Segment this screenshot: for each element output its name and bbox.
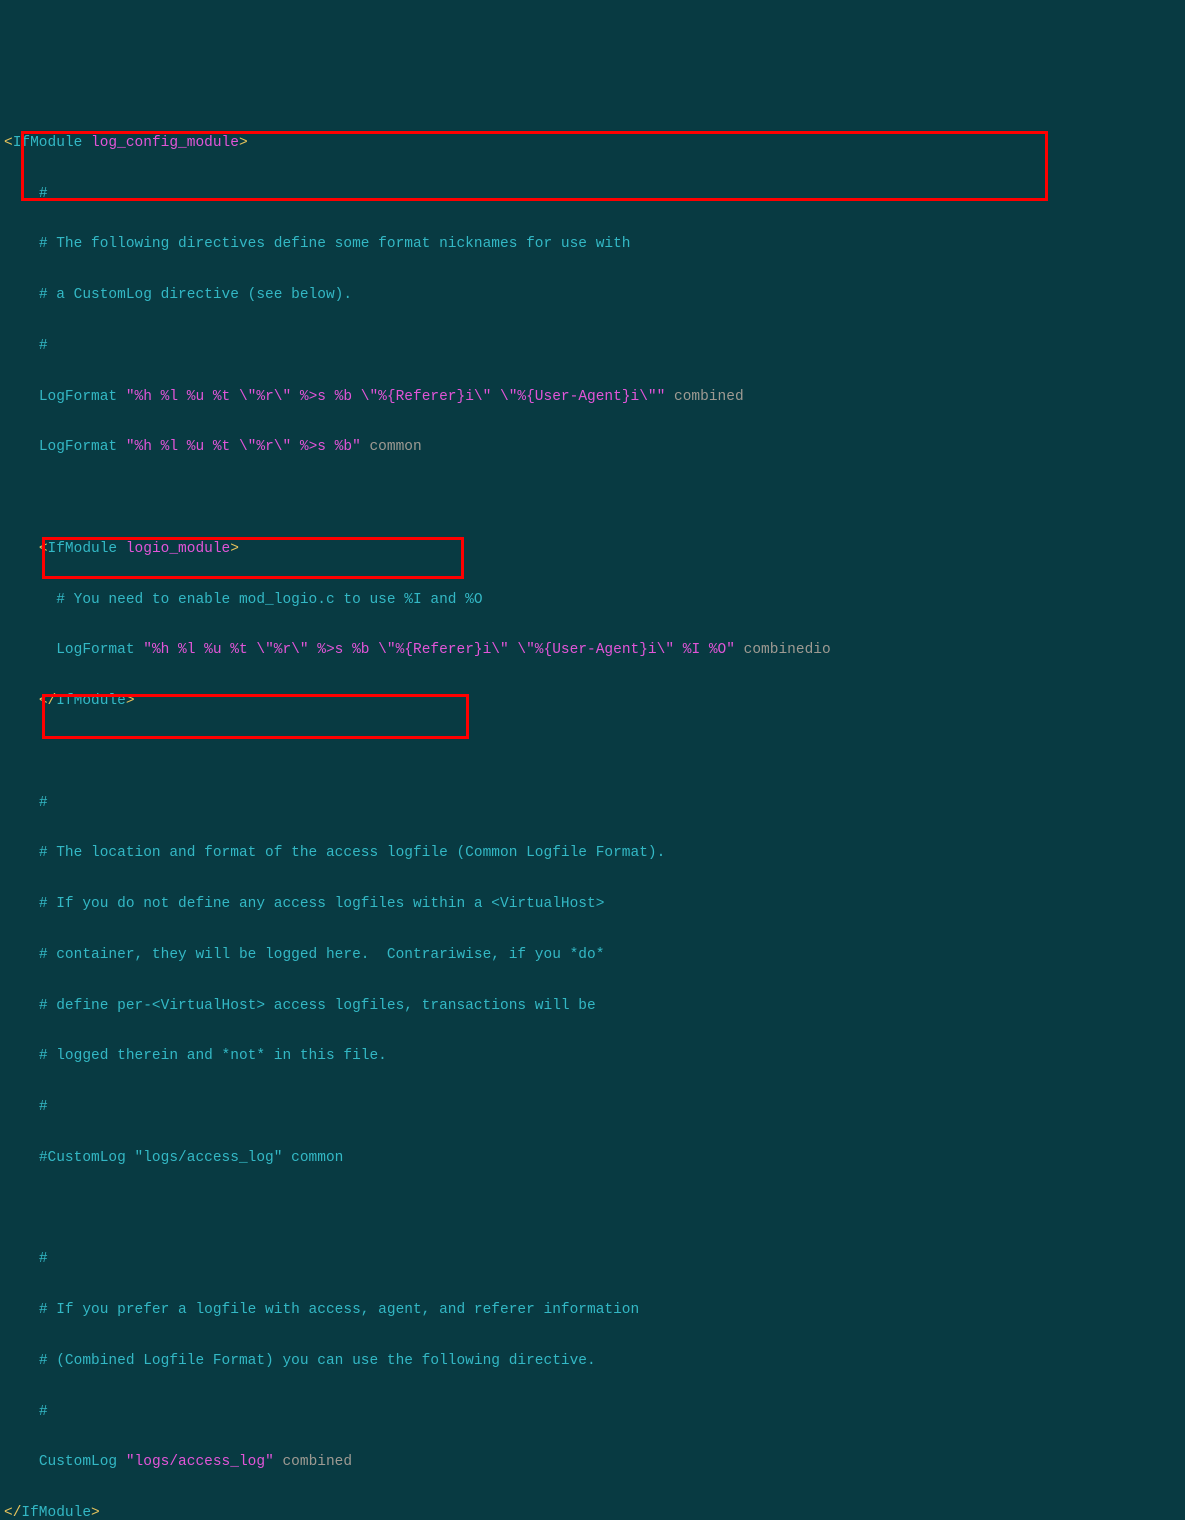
comment-line: # The following directives define some f… — [4, 232, 1181, 257]
comment-line: # The location and format of the access … — [4, 841, 1181, 866]
comment-line: # You need to enable mod_logio.c to use … — [4, 588, 1181, 613]
comment-line: # define per-<VirtualHost> access logfil… — [4, 994, 1181, 1019]
customlog-combined: CustomLog "logs/access_log" combined — [4, 1450, 1181, 1475]
highlight-box — [21, 131, 1048, 201]
comment-line: # — [4, 1095, 1181, 1120]
comment-line: # container, they will be logged here. C… — [4, 943, 1181, 968]
logformat-common: LogFormat "%h %l %u %t \"%r\" %>s %b" co… — [4, 435, 1181, 460]
ifmodule-close: </IfModule> — [4, 1501, 1181, 1520]
blank-line — [4, 1197, 1181, 1222]
comment-line: # — [4, 791, 1181, 816]
blank-line — [4, 740, 1181, 765]
logformat-combined: LogFormat "%h %l %u %t \"%r\" %>s %b \"%… — [4, 385, 1181, 410]
blank-line — [4, 486, 1181, 511]
comment-line: # — [4, 1400, 1181, 1425]
customlog-common-commented: #CustomLog "logs/access_log" common — [4, 1146, 1181, 1171]
logformat-combinedio: LogFormat "%h %l %u %t \"%r\" %>s %b \"%… — [4, 638, 1181, 663]
comment-line: # — [4, 1247, 1181, 1272]
comment-line: # (Combined Logfile Format) you can use … — [4, 1349, 1181, 1374]
highlight-box — [42, 537, 464, 579]
comment-line: # If you do not define any access logfil… — [4, 892, 1181, 917]
comment-line: # logged therein and *not* in this file. — [4, 1044, 1181, 1069]
comment-line: # — [4, 334, 1181, 359]
comment-line: # a CustomLog directive (see below). — [4, 283, 1181, 308]
highlight-box — [42, 694, 469, 739]
comment-line: # If you prefer a logfile with access, a… — [4, 1298, 1181, 1323]
code-block: <IfModule log_config_module> # # The fol… — [4, 106, 1181, 1520]
